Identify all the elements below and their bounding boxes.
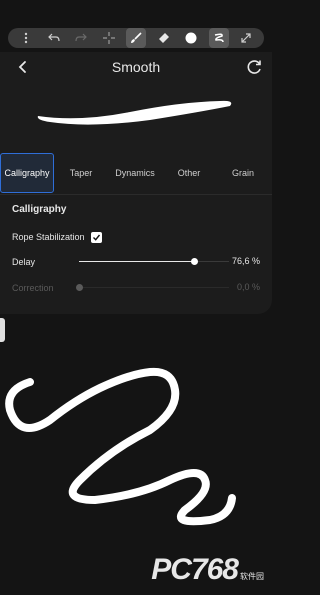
tab-other[interactable]: Other [162, 153, 216, 193]
delay-row: Delay 76,6 % [12, 253, 260, 271]
canvas-drawn-stroke [5, 367, 236, 526]
brush-settings-panel: Smooth Calligraphy Taper Dynamics Other … [0, 52, 272, 314]
redo-icon[interactable] [71, 28, 91, 48]
more-vertical-icon[interactable] [16, 28, 36, 48]
expand-icon[interactable] [236, 28, 256, 48]
reset-icon[interactable] [246, 58, 264, 76]
tab-calligraphy[interactable]: Calligraphy [0, 153, 54, 193]
delay-value: 76,6 % [231, 256, 260, 266]
panel-header: Smooth [0, 52, 272, 82]
color-icon[interactable] [181, 28, 201, 48]
panel-title: Smooth [111, 59, 161, 75]
rope-stabilization-row: Rope Stabilization [12, 228, 260, 246]
settings-tabs: Calligraphy Taper Dynamics Other Grain [0, 152, 272, 195]
correction-value: 0,0 % [236, 282, 260, 292]
move-icon[interactable] [99, 28, 119, 48]
watermark-subtext: 软件园 [240, 572, 264, 581]
correction-label: Correction [12, 283, 54, 293]
tab-grain[interactable]: Grain [216, 153, 270, 193]
slider-thumb[interactable] [76, 284, 83, 291]
watermark: PC768 软件园 [151, 553, 264, 587]
tab-taper[interactable]: Taper [54, 153, 108, 193]
section-title: Calligraphy [12, 204, 67, 215]
slider-fill [79, 261, 194, 262]
delay-slider[interactable] [79, 257, 229, 267]
correction-slider[interactable] [76, 283, 229, 293]
slider-thumb[interactable] [190, 258, 198, 265]
eraser-icon[interactable] [154, 28, 174, 48]
stroke-preview-icon[interactable] [208, 28, 229, 48]
undo-icon[interactable] [44, 28, 64, 48]
watermark-text: PC768 [151, 553, 239, 586]
brush-icon[interactable] [126, 28, 146, 48]
brush-stroke-preview [37, 100, 232, 125]
correction-row: Correction 0,0 % [12, 279, 260, 297]
rope-stabilization-label: Rope Stabilization [12, 232, 85, 242]
tab-dynamics[interactable]: Dynamics [108, 153, 162, 193]
slider-track [79, 287, 229, 288]
rope-stabilization-checkbox[interactable] [90, 231, 102, 243]
delay-label: Delay [12, 257, 36, 267]
checkmark-icon [92, 234, 100, 241]
top-toolbar [8, 28, 264, 48]
back-chevron-icon[interactable] [14, 58, 32, 76]
